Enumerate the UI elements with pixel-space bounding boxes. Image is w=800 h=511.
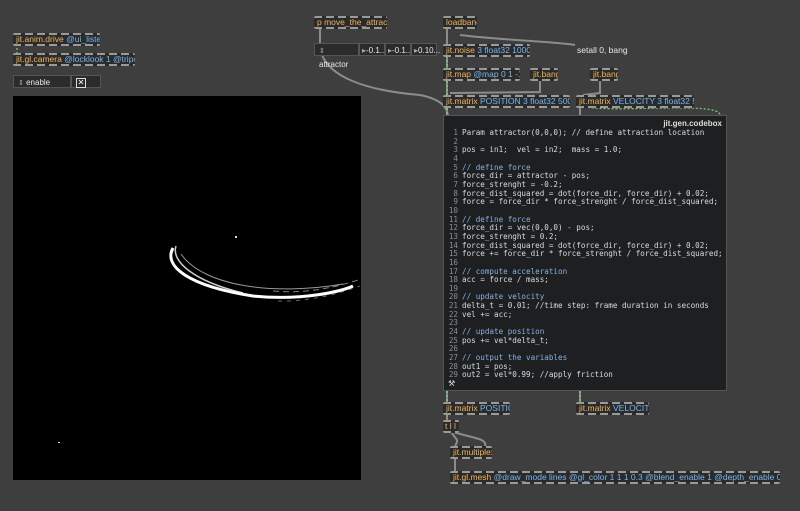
object-class: jit.anim.drive — [16, 34, 64, 44]
attrui-label: attractor — [319, 60, 349, 69]
enable-attrui[interactable]: ⇕ enable — [13, 75, 71, 88]
code-line: 15 force += force_dir * force_strenght / … — [448, 249, 723, 259]
object-args: VELOCITY 3 float32 5000 — [613, 96, 694, 106]
attractor-z-number[interactable]: ▸0.10... — [411, 43, 441, 56]
jit-world-render-view[interactable] — [13, 96, 361, 480]
jit-gl-camera-object[interactable]: jit.gl.camera @locklook 1 @tripod 1 — [13, 53, 135, 66]
code-line: 1 Param attractor(0,0,0); // define attra… — [453, 128, 705, 137]
object-class: jit.matrix — [446, 96, 478, 106]
jit-bang-object-2[interactable]: jit.bang — [590, 68, 618, 81]
object-args: 3 float32 10000 1 — [477, 45, 530, 55]
attractor-y-number[interactable]: ▸-0.1... — [385, 43, 413, 56]
jit-map-object[interactable]: jit.map @map 0 1 -1 1 — [443, 68, 520, 81]
chevron-updown-icon: ⇕ — [18, 80, 24, 87]
code-line: 18 acc = force / mass; — [448, 275, 549, 285]
code-line: 3 pos = in1; vel = in2; mass = 1.0; — [453, 145, 623, 155]
jit-noise-object[interactable]: jit.noise 3 float32 10000 1 — [443, 44, 530, 57]
wrench-icon[interactable]: ⚒ — [448, 379, 455, 388]
enable-toggle-field[interactable]: ✕ — [71, 75, 101, 88]
attractor-attrui[interactable]: ⇕ attractor — [314, 43, 359, 69]
object-class: t l l — [445, 421, 456, 431]
object-class: jit.matrix — [446, 403, 478, 413]
object-class: p move_the_attractor — [317, 17, 387, 27]
object-class: jit.gl.mesh — [453, 472, 492, 482]
loadbang-object[interactable]: loadbang — [443, 16, 477, 29]
trigger-object[interactable]: t l l — [443, 420, 459, 433]
jit-gl-mesh-object[interactable]: jit.gl.mesh @draw_mode lines @gl_color 1… — [450, 471, 780, 484]
jit-multiplex-object[interactable]: jit.multiplex — [450, 446, 492, 459]
object-class: jit.matrix — [579, 403, 611, 413]
codebox-title: jit.gen.codebox — [663, 119, 722, 128]
jit-matrix-position-object[interactable]: jit.matrix POSITION 3 float32 5000 — [443, 95, 570, 108]
jit-matrix-position-output[interactable]: jit.matrix POSITION — [443, 402, 510, 415]
object-args: @ui_listen 1 — [66, 34, 100, 44]
jit-bang-object-1[interactable]: jit.bang — [530, 68, 558, 81]
codebox-code[interactable]: 1 Param attractor(0,0,0); // define attra… — [448, 128, 723, 380]
attrui-label: enable — [26, 78, 51, 87]
object-args: POSITION — [480, 403, 510, 413]
object-class: jit.map — [446, 69, 472, 79]
number-value: 0.10... — [418, 46, 441, 55]
attractor-x-number[interactable]: ▸-0.1... — [359, 43, 387, 56]
code-line: 29 out2 = vel*0.99; //apply friction — [448, 370, 613, 380]
object-class: jit.bang — [593, 69, 618, 79]
jit-matrix-velocity-object[interactable]: jit.matrix VELOCITY 3 float32 5000 — [576, 95, 694, 108]
setall-message[interactable]: setall 0, bang — [577, 45, 628, 55]
move-attractor-subpatcher[interactable]: p move_the_attractor — [314, 16, 387, 29]
object-args: POSITION 3 float32 5000 — [480, 96, 570, 106]
code-line: 22 vel += acc; — [448, 309, 513, 319]
object-class: jit.multiplex — [453, 447, 492, 457]
particle-render-canvas — [58, 236, 361, 443]
jit-gen-codebox[interactable]: jit.gen.codebox 1 Param attractor(0,0,0);… — [443, 115, 727, 391]
code-line: 9 force = force_dir * force_strenght / fo… — [453, 197, 719, 207]
object-args: VELOCITY — [613, 403, 649, 413]
object-args: @locklook 1 @tripod 1 — [64, 54, 135, 64]
object-class: jit.bang — [533, 69, 558, 79]
jit-anim-drive-object[interactable]: jit.anim.drive @ui_listen 1 — [13, 33, 100, 46]
code-line: 25 pos += vel*delta_t; — [448, 335, 549, 345]
object-class: jit.gl.camera — [16, 54, 62, 64]
chevron-updown-icon: ⇕ — [319, 48, 325, 55]
object-class: loadbang — [446, 17, 477, 27]
object-args: @draw_mode lines @gl_color 1 1 1 0.3 @bl… — [493, 472, 780, 482]
jit-matrix-velocity-output[interactable]: jit.matrix VELOCITY — [576, 402, 649, 415]
object-args: @map 0 1 -1 1 — [473, 69, 520, 79]
checkbox-checked-icon[interactable]: ✕ — [76, 78, 86, 88]
object-class: jit.matrix — [579, 96, 611, 106]
number-value: -0.1... — [392, 46, 413, 55]
number-value: -0.1... — [366, 46, 387, 55]
object-class: jit.noise — [446, 45, 475, 55]
